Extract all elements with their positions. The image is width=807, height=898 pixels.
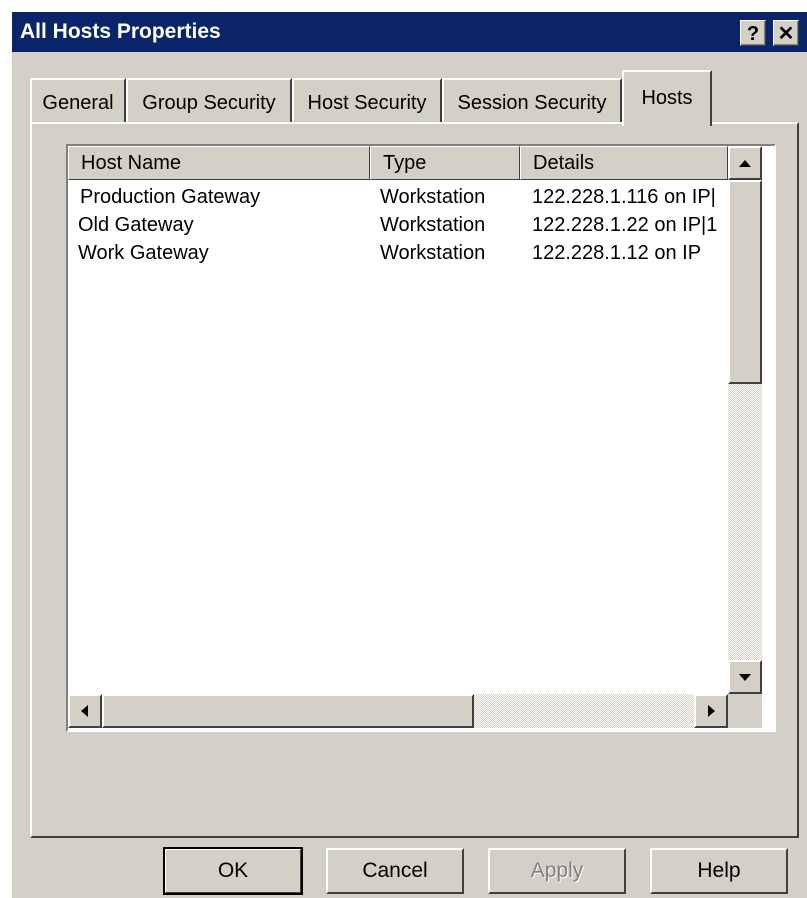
details-cell: 122.228.1.12 on IP xyxy=(532,242,702,264)
help-button[interactable]: Help xyxy=(650,848,788,894)
left-arrow-icon xyxy=(81,705,88,717)
tab-general[interactable]: General xyxy=(30,78,126,124)
hosts-list-view[interactable]: Host Name Type Details Production Gatewa… xyxy=(66,144,776,732)
column-header-host-name[interactable]: Host Name xyxy=(68,146,370,180)
ok-button[interactable]: OK xyxy=(163,847,303,895)
horizontal-scroll-thumb[interactable] xyxy=(102,694,474,728)
column-header-details[interactable]: Details xyxy=(520,146,728,180)
properties-dialog: All Hosts Properties ? ✕ General Group S… xyxy=(12,12,807,898)
details-cell: 122.228.1.22 on IP|1 xyxy=(532,214,718,236)
column-header-type[interactable]: Type xyxy=(370,146,520,180)
type-cell: Workstation xyxy=(380,214,486,236)
right-arrow-icon xyxy=(708,705,715,717)
tab-host-security[interactable]: Host Security xyxy=(292,78,442,124)
host-name-cell: Old Gateway xyxy=(78,214,194,236)
scroll-left-button[interactable] xyxy=(68,694,102,728)
horizontal-scrollbar[interactable] xyxy=(68,694,728,728)
host-name-cell: Work Gateway xyxy=(78,242,209,264)
type-cell: Workstation xyxy=(380,242,486,264)
tab-session-security[interactable]: Session Security xyxy=(442,78,622,124)
scroll-right-button[interactable] xyxy=(694,694,728,728)
scroll-up-button[interactable] xyxy=(728,146,762,180)
cancel-button-label: Cancel xyxy=(362,859,428,882)
close-button[interactable]: ✕ xyxy=(773,20,799,46)
apply-button-label: Apply xyxy=(530,859,584,882)
type-cell: Workstation xyxy=(380,186,486,208)
scroll-down-button[interactable] xyxy=(728,660,762,694)
down-arrow-icon xyxy=(739,674,751,681)
scrollbar-corner xyxy=(728,694,762,728)
help-button-label: Help xyxy=(697,859,741,882)
window-title: All Hosts Properties xyxy=(20,20,221,43)
tab-group-security[interactable]: Group Security xyxy=(126,78,292,124)
apply-button: Apply xyxy=(488,848,626,894)
vertical-scroll-thumb[interactable] xyxy=(728,180,762,384)
up-arrow-icon xyxy=(739,160,751,167)
details-cell: 122.228.1.116 on IP| xyxy=(532,186,716,208)
host-name-cell: Production Gateway xyxy=(80,186,261,208)
vertical-scrollbar[interactable] xyxy=(728,146,762,694)
tab-hosts[interactable]: Hosts xyxy=(622,70,712,126)
title-bar: All Hosts Properties ? ✕ xyxy=(12,12,807,52)
ok-button-label: OK xyxy=(217,859,249,882)
help-title-button[interactable]: ? xyxy=(740,20,766,46)
cancel-button[interactable]: Cancel xyxy=(326,848,464,894)
